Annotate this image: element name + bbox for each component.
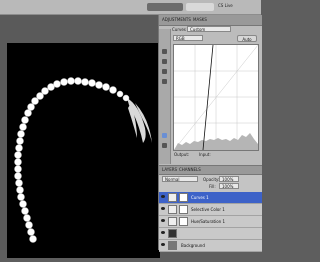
tab-channels[interactable]: CHANNELS <box>179 167 201 172</box>
fill-field[interactable]: 100% <box>219 183 239 189</box>
visibility-eye-icon[interactable] <box>161 219 165 222</box>
eyedropper-black-icon[interactable] <box>162 59 167 64</box>
visibility-eye-icon[interactable] <box>161 207 165 210</box>
curves-label: Curves <box>172 27 186 32</box>
layers-tab-bar: LAYERS CHANNELS <box>159 166 262 175</box>
preset-dropdown[interactable]: Custom <box>187 26 231 32</box>
fill-label: Fill: <box>209 184 216 189</box>
layer-row-background[interactable]: Background <box>159 240 262 252</box>
workspace-essentials-button[interactable] <box>147 3 183 11</box>
visibility-eye-icon[interactable] <box>161 195 165 198</box>
application-bar: CS Live <box>0 0 261 15</box>
channel-dropdown[interactable]: RGB <box>173 35 203 41</box>
visibility-eye-icon[interactable] <box>161 243 165 246</box>
tab-masks[interactable]: MASKS <box>193 17 207 22</box>
layer-mask-thumbnail[interactable] <box>179 217 188 226</box>
auto-button[interactable]: Auto <box>237 35 257 42</box>
curve-point-icon[interactable] <box>162 133 167 138</box>
eyedropper-white-icon[interactable] <box>162 79 167 84</box>
input-label: Input: <box>199 152 211 157</box>
curves-tool-strip <box>159 29 171 164</box>
blend-mode-dropdown[interactable]: Normal <box>162 176 198 182</box>
curves-graph[interactable] <box>173 44 259 151</box>
visibility-eye-icon[interactable] <box>161 231 165 234</box>
layer-row-selective-color[interactable]: Selective Color 1 <box>159 204 262 216</box>
workspace-design-button[interactable] <box>186 3 214 11</box>
adjustment-thumbnail-icon <box>168 205 177 214</box>
right-panel: ADJUSTMENTS MASKS Curves Custom RGB Auto… <box>158 15 262 252</box>
adjustments-tab-bar: ADJUSTMENTS MASKS <box>159 15 262 26</box>
opacity-label: Opacity: <box>203 177 220 182</box>
tab-layers[interactable]: LAYERS <box>162 167 177 172</box>
layer-row-hue-saturation[interactable]: Hue/Saturation 1 <box>159 216 262 228</box>
eyedropper-gray-icon[interactable] <box>162 69 167 74</box>
adjustment-thumbnail-icon <box>168 193 177 202</box>
layer-mask-thumbnail[interactable] <box>179 205 188 214</box>
hand-icon[interactable] <box>162 49 167 54</box>
layer-row-unnamed[interactable] <box>159 228 262 240</box>
layer-thumbnail <box>168 241 177 250</box>
opacity-field[interactable]: 100% <box>219 176 239 182</box>
document-window <box>0 15 160 258</box>
tab-adjustments[interactable]: ADJUSTMENTS <box>162 17 191 22</box>
layer-name: Curves 1 <box>191 195 209 200</box>
cs-live-button[interactable]: CS Live <box>218 3 233 8</box>
pearl-necklace-image <box>14 77 152 243</box>
adjustment-thumbnail-icon <box>168 217 177 226</box>
curve-line[interactable] <box>202 44 214 151</box>
layer-thumbnail <box>168 229 177 238</box>
layer-name: Hue/Saturation 1 <box>191 219 226 224</box>
output-label: Output: <box>174 152 190 157</box>
layer-name: Background <box>181 243 205 248</box>
layers-panel: LAYERS CHANNELS Normal Opacity: 100% Fil… <box>159 165 262 252</box>
layer-name: Selective Color 1 <box>191 207 225 212</box>
pencil-icon[interactable] <box>162 143 167 148</box>
layer-mask-thumbnail[interactable] <box>179 193 188 202</box>
image-canvas[interactable] <box>7 43 160 258</box>
layer-row-curves[interactable]: Curves 1 <box>159 192 262 204</box>
curve-grid <box>173 44 259 151</box>
